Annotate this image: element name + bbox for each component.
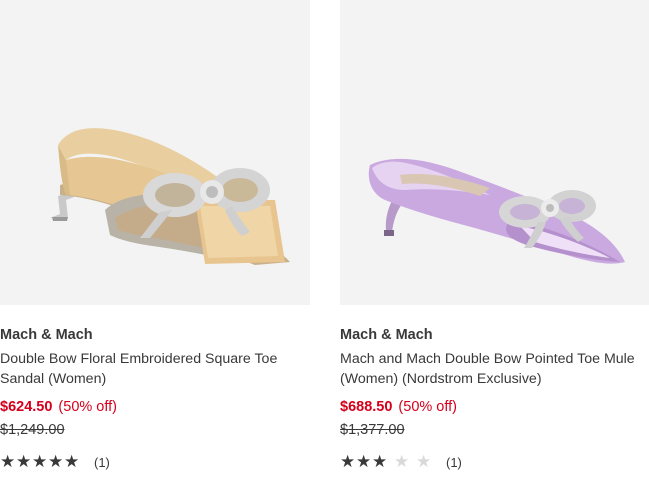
star-empty-icon: ★ bbox=[416, 452, 432, 472]
star-icon: ★ bbox=[372, 452, 388, 472]
price-row: $688.50 (50% off) bbox=[340, 399, 649, 416]
star-icon: ★ bbox=[16, 452, 32, 472]
sale-price: $688.50 bbox=[340, 399, 393, 415]
product-title[interactable]: Mach and Mach Double Bow Pointed Toe Mul… bbox=[340, 349, 649, 389]
product-card[interactable]: Mach & Mach Double Bow Floral Embroidere… bbox=[0, 0, 310, 471]
product-image[interactable] bbox=[340, 0, 649, 305]
star-icon: ★ bbox=[340, 452, 356, 472]
star-empty-icon: ★ bbox=[394, 452, 410, 472]
star-icon: ★ bbox=[64, 452, 80, 472]
price-row: $624.50 (50% off) bbox=[0, 399, 310, 416]
discount-label: (50% off) bbox=[398, 399, 457, 415]
product-brand[interactable]: Mach & Mach bbox=[340, 327, 649, 344]
sale-price: $624.50 bbox=[0, 399, 53, 415]
star-rating: ★ ★ ★ ★ ★ bbox=[340, 454, 432, 471]
star-icon: ★ bbox=[48, 452, 64, 472]
product-image[interactable] bbox=[0, 0, 310, 305]
star-rating: ★ ★ ★ ★ ★ bbox=[0, 454, 80, 471]
original-price: $1,249.00 bbox=[0, 422, 65, 438]
rating[interactable]: ★ ★ ★ ★ ★ (1) bbox=[0, 454, 310, 471]
discount-label: (50% off) bbox=[58, 399, 117, 415]
sandal-image bbox=[50, 128, 290, 265]
mule-image bbox=[368, 158, 625, 264]
star-icon: ★ bbox=[0, 452, 16, 472]
product-card[interactable]: Mach & Mach Mach and Mach Double Bow Poi… bbox=[340, 0, 649, 471]
star-icon: ★ bbox=[356, 452, 372, 472]
review-count: (1) bbox=[94, 455, 110, 470]
original-price: $1,377.00 bbox=[340, 422, 405, 438]
product-title[interactable]: Double Bow Floral Embroidered Square Toe… bbox=[0, 349, 310, 389]
product-brand[interactable]: Mach & Mach bbox=[0, 327, 310, 344]
product-grid: Mach & Mach Double Bow Floral Embroidere… bbox=[0, 0, 649, 485]
star-icon: ★ bbox=[32, 452, 48, 472]
review-count: (1) bbox=[446, 455, 462, 470]
rating[interactable]: ★ ★ ★ ★ ★ (1) bbox=[340, 454, 649, 471]
